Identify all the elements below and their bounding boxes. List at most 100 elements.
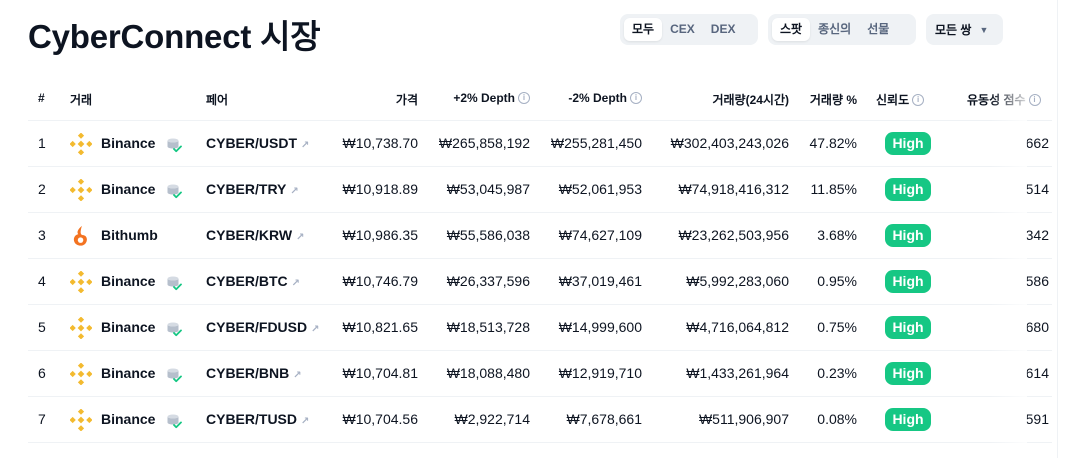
depth-plus-cell: ₩2,922,714: [454, 411, 531, 427]
filter-all-button[interactable]: 모두: [624, 18, 663, 41]
price-cell: ₩10,746.79: [342, 273, 419, 289]
table-row[interactable]: 7 Binance CYBER/TUSD ↗ ₩10,704.56 ₩2,922,714 ₩…: [28, 397, 1052, 443]
table-row[interactable]: 5 Binance CYBER/FDUSD ↗ ₩10,821.65 ₩18,513,72…: [28, 305, 1052, 351]
external-link-icon: ↗: [311, 324, 320, 335]
depth-minus-cell: ₩14,999,600: [558, 319, 642, 335]
market-type-filter: 스팟 종신의 선물: [768, 14, 916, 45]
security-check-icon: [166, 367, 182, 383]
security-check-icon: [166, 183, 182, 199]
rank-cell: 5: [38, 319, 46, 335]
depth-minus-cell: ₩74,627,109: [558, 227, 642, 243]
header-exchange[interactable]: 거래: [70, 91, 92, 108]
liquidity-score-cell: 586: [1025, 273, 1049, 289]
pair-label: CYBER/BTC: [206, 273, 288, 289]
table-row[interactable]: 3 Bithumb CYBER/KRW ↗ ₩10,986.35 ₩55,586,038 ₩…: [28, 213, 1052, 259]
binance-logo-icon: [69, 132, 93, 156]
pair-label: CYBER/TRY: [206, 181, 287, 197]
exchange-name-link[interactable]: Binance: [101, 365, 155, 381]
price-cell: ₩10,704.56: [342, 411, 419, 427]
trust-badge: High: [885, 408, 931, 431]
price-cell: ₩10,986.35: [342, 227, 419, 243]
volume-pct-cell: 47.82%: [809, 135, 857, 151]
info-icon[interactable]: i: [1028, 93, 1041, 106]
external-link-icon: ↗: [301, 140, 310, 151]
trust-badge: High: [885, 316, 931, 339]
exchange-name-link[interactable]: Binance: [101, 135, 155, 151]
table-row[interactable]: 6 Binance CYBER/BNB ↗ ₩10,704.81 ₩18,088,480 ₩…: [28, 351, 1052, 397]
volume-pct-cell: 0.95%: [817, 273, 857, 289]
divider: [1057, 0, 1058, 458]
binance-logo-icon: [69, 316, 93, 340]
exchange-name-link[interactable]: Binance: [101, 411, 155, 427]
trust-badge: High: [885, 362, 931, 385]
header-trust[interactable]: 신뢰도 i: [876, 91, 925, 108]
pair-label: CYBER/BNB: [206, 365, 290, 381]
pair-link[interactable]: CYBER/BNB ↗: [206, 365, 302, 381]
binance-logo-icon: [69, 178, 93, 202]
liquidity-score-cell: 614: [1025, 365, 1049, 381]
header-depth-plus[interactable]: +2% Depth i: [453, 91, 530, 105]
header-pair[interactable]: 페어: [206, 91, 228, 108]
liquidity-score-cell: 514: [1025, 181, 1049, 197]
depth-plus-cell: ₩26,337,596: [446, 273, 530, 289]
exchange-name-link[interactable]: Binance: [101, 319, 155, 335]
pair-link[interactable]: CYBER/BTC ↗: [206, 273, 300, 289]
price-cell: ₩10,918.89: [342, 181, 419, 197]
binance-logo-icon: [69, 270, 93, 294]
header-rank[interactable]: #: [38, 91, 45, 105]
header-trust-label: 신뢰도: [876, 93, 910, 107]
header-volume-pct[interactable]: 거래량 %: [810, 91, 857, 108]
binance-logo-icon: [69, 362, 93, 386]
pairs-dropdown-label: 모든 쌍: [935, 23, 972, 37]
header-liquidity[interactable]: 유동성 점수 i: [967, 91, 1041, 108]
binance-logo-icon: [69, 408, 93, 432]
liquidity-score-cell: 662: [1025, 135, 1049, 151]
volume-cell: ₩74,918,416,312: [678, 181, 789, 197]
volume-pct-cell: 0.23%: [817, 365, 857, 381]
header-depth-minus-label: -2% Depth: [568, 91, 627, 105]
external-link-icon: ↗: [301, 416, 310, 427]
header-volume[interactable]: 거래량(24시간): [712, 91, 789, 108]
pair-link[interactable]: CYBER/USDT ↗: [206, 135, 309, 151]
filter-dex-button[interactable]: DEX: [703, 18, 744, 41]
info-icon[interactable]: i: [518, 91, 530, 104]
table-row[interactable]: 1 Binance CYBER/USDT ↗ ₩10,738.70 ₩265,858,19…: [28, 121, 1052, 167]
pair-link[interactable]: CYBER/KRW ↗: [206, 227, 304, 243]
pair-label: CYBER/KRW: [206, 227, 293, 243]
chevron-down-icon: ▼: [979, 24, 989, 35]
header-price[interactable]: 가격: [396, 91, 418, 108]
table-row[interactable]: 2 Binance CYBER/TRY ↗ ₩10,918.89 ₩53,045,987 ₩…: [28, 167, 1052, 213]
filter-spot-button[interactable]: 스팟: [772, 18, 811, 41]
pair-link[interactable]: CYBER/TRY ↗: [206, 181, 299, 197]
exchange-name-link[interactable]: Binance: [101, 181, 155, 197]
rank-cell: 1: [38, 135, 46, 151]
exchange-name-link[interactable]: Bithumb: [101, 227, 158, 243]
volume-cell: ₩5,992,283,060: [686, 273, 789, 289]
info-icon[interactable]: i: [630, 91, 642, 104]
volume-cell: ₩302,403,243,026: [670, 135, 789, 151]
depth-minus-cell: ₩37,019,461: [558, 273, 642, 289]
volume-cell: ₩1,433,261,964: [686, 365, 789, 381]
filter-futures-button[interactable]: 선물: [859, 18, 897, 41]
table-body: 1 Binance CYBER/USDT ↗ ₩10,738.70 ₩265,858,19…: [28, 121, 1052, 443]
depth-plus-cell: ₩55,586,038: [446, 227, 530, 243]
pairs-dropdown[interactable]: 모든 쌍 ▼: [926, 14, 1003, 45]
volume-pct-cell: 0.75%: [817, 319, 857, 335]
filter-cex-button[interactable]: CEX: [662, 18, 703, 41]
header-depth-minus[interactable]: -2% Depth i: [568, 91, 642, 105]
rank-cell: 4: [38, 273, 46, 289]
bithumb-logo-icon: [70, 225, 92, 247]
external-link-icon: ↗: [296, 232, 305, 243]
exchange-name-link[interactable]: Binance: [101, 273, 155, 289]
header-depth-plus-label: +2% Depth: [453, 91, 515, 105]
filter-perpetual-button[interactable]: 종신의: [810, 18, 859, 41]
security-check-icon: [166, 137, 182, 153]
rank-cell: 7: [38, 411, 46, 427]
pair-link[interactable]: CYBER/TUSD ↗: [206, 411, 309, 427]
table-row[interactable]: 4 Binance CYBER/BTC ↗ ₩10,746.79 ₩26,337,596 ₩…: [28, 259, 1052, 305]
pair-link[interactable]: CYBER/FDUSD ↗: [206, 319, 320, 335]
info-icon[interactable]: i: [912, 93, 925, 106]
price-cell: ₩10,704.81: [342, 365, 419, 381]
rank-cell: 3: [38, 227, 46, 243]
price-cell: ₩10,821.65: [342, 319, 419, 335]
